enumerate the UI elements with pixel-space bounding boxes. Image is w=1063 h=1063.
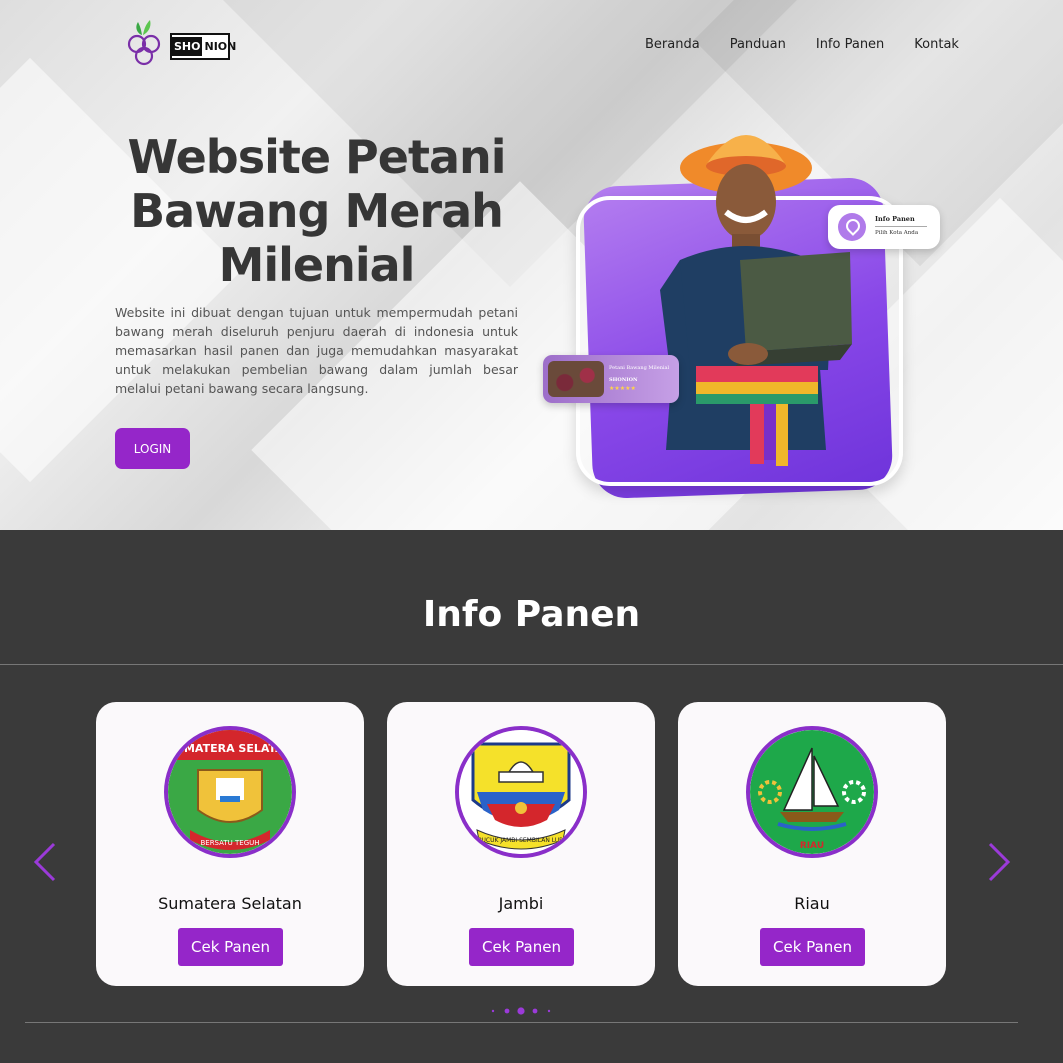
onion-logo-icon (127, 20, 161, 66)
carousel-dot[interactable] (547, 1009, 551, 1013)
carousel-dot-active[interactable] (517, 1007, 525, 1015)
cek-panen-button[interactable]: Cek Panen (760, 928, 865, 966)
product-floating-card[interactable]: Petani Bawang Milenial SHONION ★★★★★ (543, 355, 679, 403)
hero-description: Website ini dibuat dengan tujuan untuk m… (115, 305, 518, 396)
province-name: Riau (794, 894, 830, 913)
emblem-motto: BERSATU TEGUH (200, 839, 259, 847)
top-nav: Beranda Panduan Info Panen Kontak (645, 37, 959, 52)
nav-beranda[interactable]: Beranda (645, 37, 700, 52)
info-panen-floating-card[interactable]: Info Panen Pilih Kota Anda (828, 205, 940, 249)
section-divider-top (0, 664, 1063, 665)
province-card: SUMATERA SELATAN BERSATU TEGUH Sumatera … (96, 702, 364, 986)
product-card-brand: SHONION (609, 377, 638, 383)
emblem-text: SUMATERA SELATAN (168, 742, 292, 755)
riau-emblem: RIAU (746, 726, 878, 858)
location-pin-icon (838, 213, 866, 241)
info-card-subtitle: Pilih Kota Anda (875, 230, 919, 236)
nav-kontak[interactable]: Kontak (914, 37, 959, 52)
login-button[interactable]: LOGIN (115, 428, 190, 469)
carousel-next-arrow-icon[interactable] (980, 838, 1016, 886)
section-divider-bottom (25, 1022, 1018, 1023)
cek-panen-button[interactable]: Cek Panen (469, 928, 574, 966)
logo-wordmark-right: NION (204, 40, 237, 53)
logo-wordmark-left: SHO (172, 37, 203, 56)
nav-info-panen[interactable]: Info Panen (816, 37, 884, 52)
carousel-dots[interactable] (490, 1005, 560, 1017)
carousel-dot[interactable] (532, 1008, 538, 1014)
nav-panduan[interactable]: Panduan (730, 37, 786, 52)
info-card-title: Info Panen (875, 215, 915, 223)
province-name: Sumatera Selatan (158, 894, 302, 913)
carousel-prev-arrow-icon[interactable] (28, 838, 64, 886)
site-logo[interactable]: SHO NION (124, 18, 236, 70)
onion-product-image (548, 361, 604, 397)
province-card: SEPUCUK JAMBI SEMBILAN LURAH Jambi Cek P… (387, 702, 655, 986)
carousel-dot[interactable] (491, 1009, 495, 1013)
hero-section: SHO NION Beranda Panduan Info Panen Konta… (0, 0, 1063, 530)
sumsel-emblem: SUMATERA SELATAN BERSATU TEGUH (164, 726, 296, 858)
emblem-motto: SEPUCUK JAMBI SEMBILAN LURAH (470, 837, 571, 844)
emblem-motto: RIAU (800, 841, 824, 851)
cek-panen-button[interactable]: Cek Panen (178, 928, 283, 966)
province-card: RIAU Riau Cek Panen (678, 702, 946, 986)
province-name: Jambi (498, 894, 544, 913)
logo-wordmark: SHO NION (170, 33, 236, 60)
rating-stars: ★★★★★ (609, 385, 636, 392)
hero-title: Website Petani Bawang Merah Milenial (127, 130, 506, 292)
divider (875, 226, 927, 227)
carousel-dot[interactable] (504, 1008, 510, 1014)
section-title: Info Panen (422, 594, 641, 635)
product-card-title: Petani Bawang Milenial (609, 365, 670, 371)
jambi-emblem: SEPUCUK JAMBI SEMBILAN LURAH (455, 726, 587, 858)
farmer-illustration (660, 135, 852, 466)
